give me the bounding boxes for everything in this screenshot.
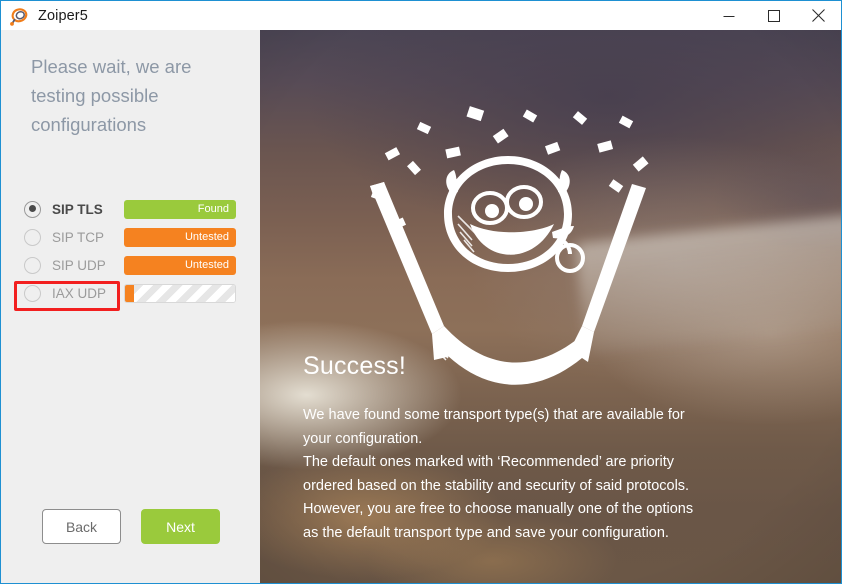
- title-bar: Zoiper5: [1, 1, 841, 30]
- success-body-line: your configuration.: [303, 430, 423, 447]
- right-panel: Success! We have found some transport ty…: [260, 30, 841, 583]
- radio-sip-tls[interactable]: [24, 200, 41, 218]
- wait-heading: Please wait, we are testing possible con…: [31, 56, 192, 135]
- transport-row-sip-tcp[interactable]: SIP TCP Untested: [21, 223, 256, 251]
- minimize-button[interactable]: [706, 1, 751, 30]
- footer-buttons: Back Next: [42, 509, 220, 544]
- window-title: Zoiper5: [38, 7, 88, 24]
- status-badge-sip-udp: Untested: [124, 255, 236, 275]
- success-body-line: However, you are free to choose manually…: [303, 501, 694, 517]
- zoiper-wizard-window: Zoiper5 Please wait, we are testing poss…: [0, 0, 842, 584]
- transport-label-sip-udp: SIP UDP: [52, 257, 106, 273]
- back-button[interactable]: Back: [42, 509, 121, 544]
- radio-sip-udp[interactable]: [24, 256, 41, 274]
- success-body-line: The default ones marked with ‘Recommende…: [303, 454, 674, 470]
- maximize-button[interactable]: [751, 1, 796, 30]
- left-panel: Please wait, we are testing possible con…: [1, 30, 260, 583]
- transport-row-sip-tls[interactable]: SIP TLS Found: [21, 195, 256, 223]
- progress-bar-iax-udp: [124, 283, 236, 303]
- transport-label-sip-tls: SIP TLS: [52, 201, 103, 217]
- wizard-content: Please wait, we are testing possible con…: [1, 30, 841, 583]
- next-button[interactable]: Next: [141, 509, 220, 544]
- radio-iax-udp[interactable]: [24, 284, 41, 302]
- transport-list: SIP TLS Found SIP TCP Untested SIP UDP U…: [21, 195, 256, 307]
- success-body-line: We have found some transport type(s) tha…: [303, 407, 685, 423]
- status-badge-sip-tls: Found: [124, 199, 236, 219]
- status-badge-sip-tcp: Untested: [124, 227, 236, 247]
- transport-label-iax-udp: IAX UDP: [52, 285, 107, 301]
- close-button[interactable]: [796, 1, 841, 30]
- transport-row-iax-udp[interactable]: IAX UDP: [21, 279, 256, 307]
- transport-row-sip-udp[interactable]: SIP UDP Untested: [21, 251, 256, 279]
- success-heading: Success!: [303, 352, 407, 380]
- progress-stripes: [133, 284, 235, 302]
- transport-label-sip-tcp: SIP TCP: [52, 229, 105, 245]
- success-body-line: as the default transport type and save y…: [303, 524, 669, 541]
- zoiper-headset-icon: [9, 5, 31, 27]
- window-controls: [706, 1, 841, 30]
- success-body-line: ordered based on the stability and secur…: [303, 477, 690, 494]
- radio-sip-tcp[interactable]: [24, 228, 41, 246]
- success-body: We have found some transport type(s) tha…: [303, 404, 803, 545]
- progress-fill: [125, 284, 134, 302]
